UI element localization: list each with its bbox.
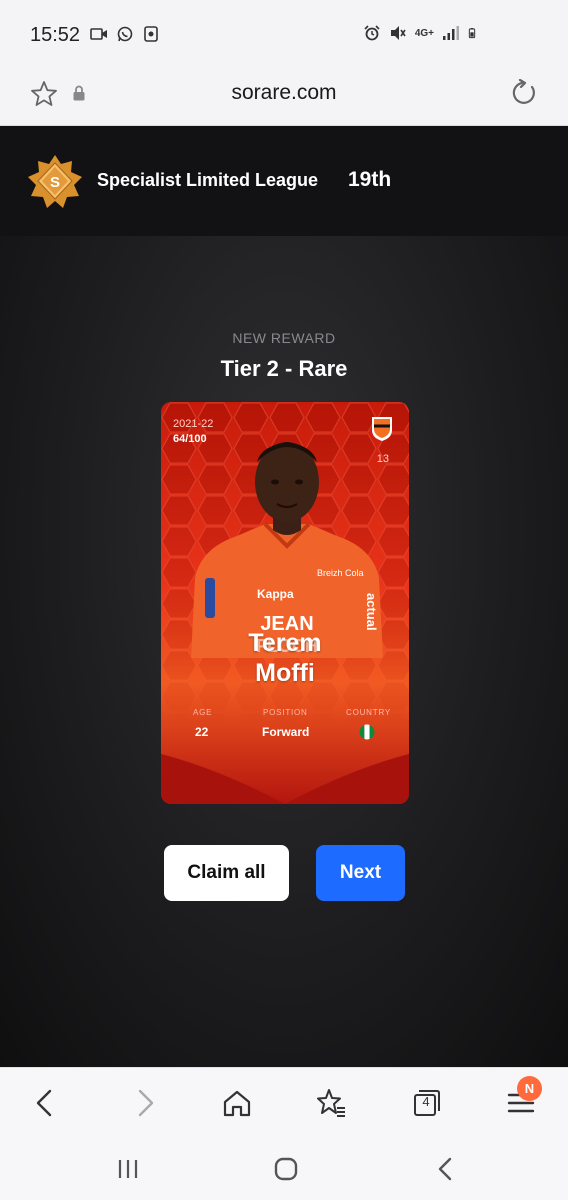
player-card[interactable]: Kappa Breizh Cola actual JEAN FLOCH 2021… — [161, 402, 409, 804]
age-value: 22 — [195, 725, 209, 739]
mute-icon — [390, 26, 406, 40]
age-label: AGE — [193, 708, 213, 717]
status-left-icons — [90, 26, 160, 42]
back-icon[interactable] — [30, 1087, 62, 1119]
claim-all-button[interactable]: Claim all — [164, 845, 289, 901]
position-label: POSITION — [263, 708, 308, 717]
league-badge-letter: S — [50, 174, 60, 191]
screenshot-icon — [144, 26, 158, 42]
nigeria-flag-icon — [359, 724, 375, 740]
recent-apps-icon[interactable] — [114, 1155, 142, 1183]
card-shirt-number: 13 — [376, 453, 389, 465]
card-last-name: Moffi — [255, 659, 315, 687]
reward-panel: NEW REWARD Tier 2 - Rare Kappa Breizh Co… — [0, 236, 568, 1067]
whatsapp-icon — [117, 26, 133, 42]
home-icon[interactable] — [221, 1087, 253, 1119]
club-crest-icon — [372, 417, 392, 441]
reward-kicker: NEW REWARD — [232, 330, 336, 346]
reload-icon[interactable] — [510, 79, 538, 107]
battery-icon — [468, 28, 476, 39]
status-right-icons: 4G+ — [363, 25, 480, 41]
position-value: Forward — [262, 725, 310, 739]
url-field[interactable]: sorare.com — [0, 81, 568, 105]
card-serial: 64/100 — [173, 433, 207, 445]
league-badge-icon: S — [28, 155, 82, 208]
jersey-side-text: actual — [364, 593, 379, 631]
jersey-kappa-logo: Kappa — [257, 587, 294, 601]
signal-icon — [443, 26, 459, 40]
league-rank: 19th — [348, 168, 392, 191]
video-call-icon — [90, 28, 107, 40]
4g-icon: 4G+ — [414, 27, 434, 39]
jersey-chest-text: Breizh Cola — [317, 568, 364, 578]
reward-title: Tier 2 - Rare — [220, 356, 348, 381]
league-header: S Specialist Limited League 19th — [0, 126, 568, 236]
next-button[interactable]: Next — [316, 845, 405, 901]
player-photo: Kappa Breizh Cola actual JEAN FLOCH — [191, 442, 383, 658]
tabs-button[interactable]: 4 — [410, 1087, 442, 1119]
android-back-icon[interactable] — [432, 1155, 460, 1183]
card-season: 2021-22 — [173, 418, 214, 430]
league-name: Specialist Limited League — [97, 170, 319, 190]
status-bar: 15:52 4G+ — [0, 0, 568, 60]
browser-toolbar: 4 — [0, 1067, 568, 1137]
android-nav-bar — [0, 1137, 568, 1200]
bookmarks-icon[interactable] — [315, 1087, 347, 1119]
tabs-count: 4 — [422, 1094, 430, 1109]
android-home-icon[interactable] — [272, 1155, 300, 1183]
forward-icon[interactable] — [128, 1087, 160, 1119]
notification-badge: N — [517, 1076, 542, 1101]
card-first-name: Terem — [248, 629, 322, 657]
status-time: 15:52 — [30, 24, 81, 46]
address-bar: sorare.com — [0, 60, 568, 126]
country-label: COUNTRY — [346, 708, 392, 717]
alarm-icon — [364, 25, 380, 41]
